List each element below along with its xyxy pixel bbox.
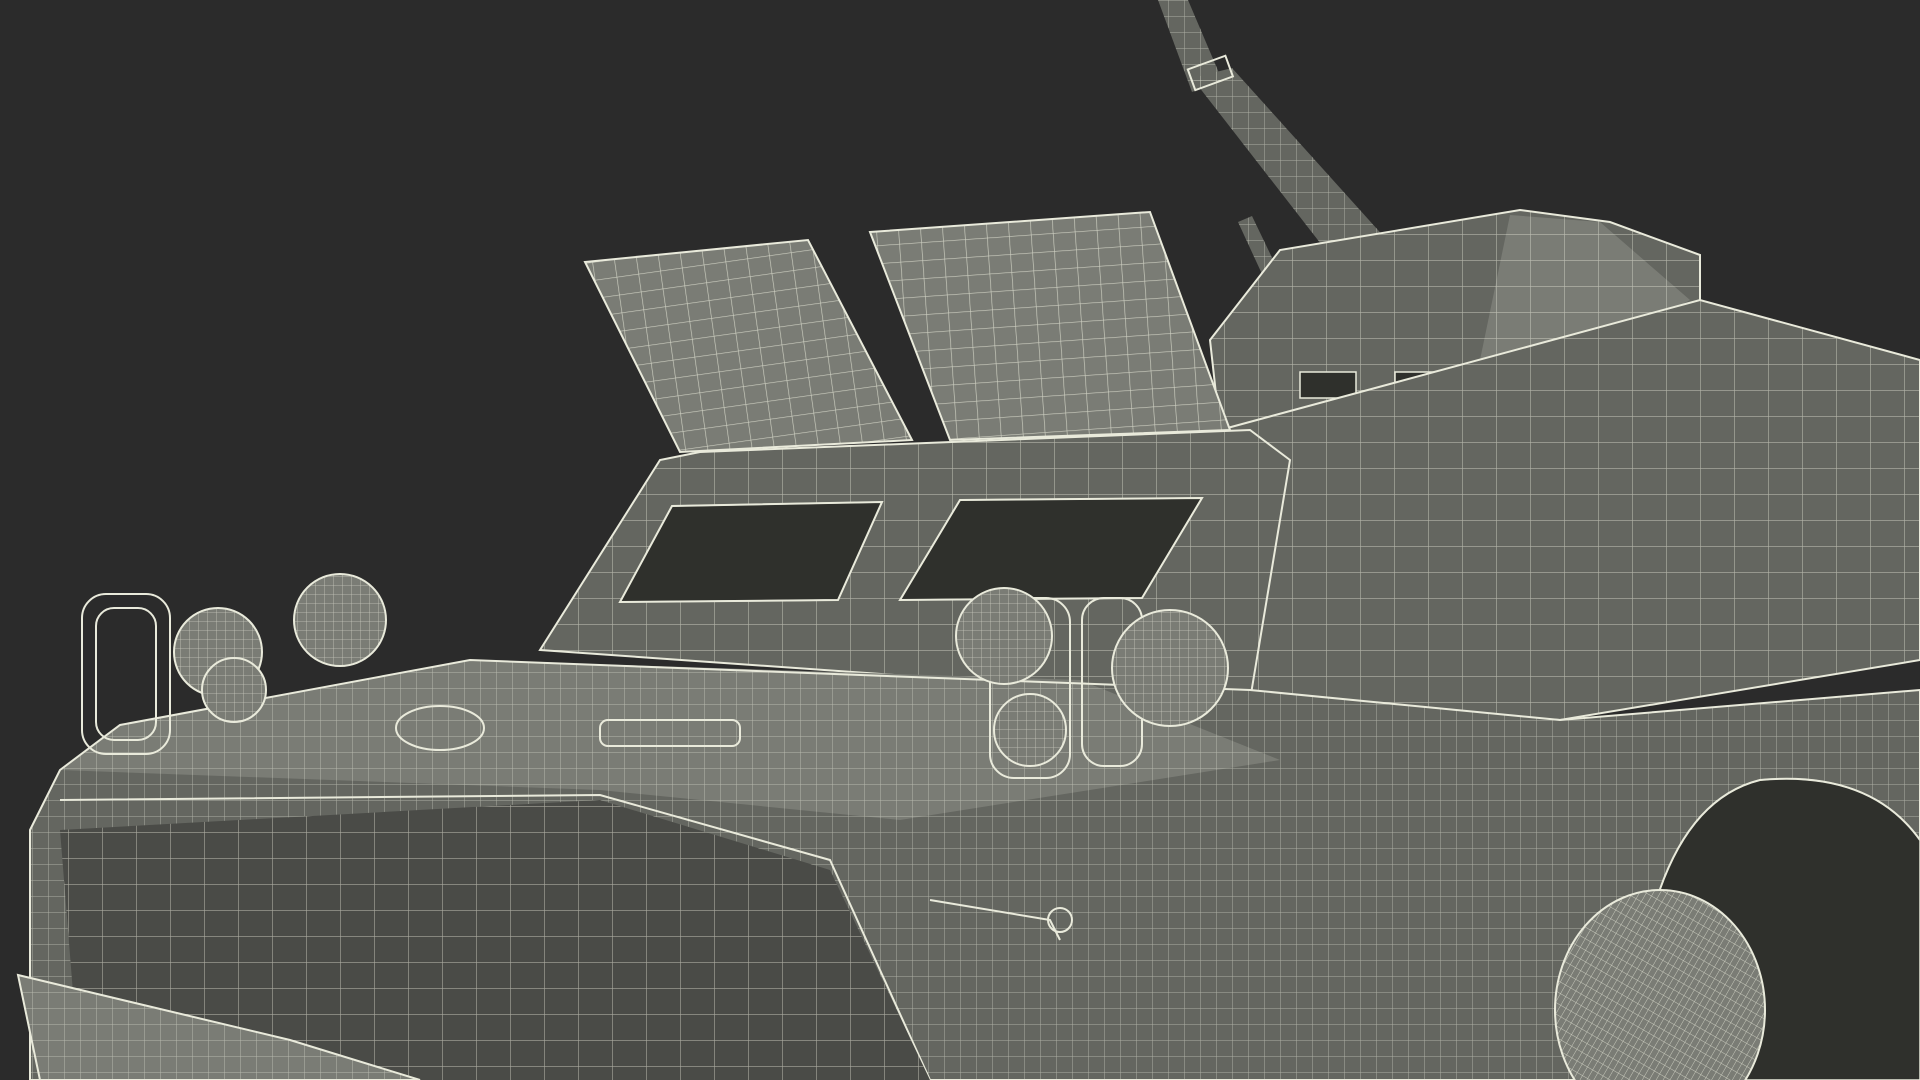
render-viewport [0, 0, 1920, 1080]
wireframe-render [0, 0, 1920, 1080]
